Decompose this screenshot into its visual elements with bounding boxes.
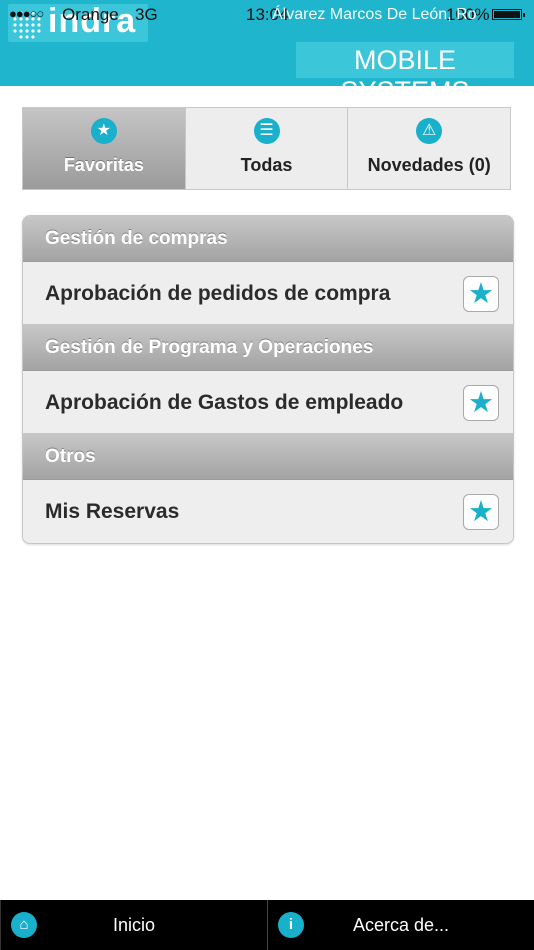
tab-label: Novedades (0) (367, 155, 491, 175)
carrier-name: Orange (62, 5, 119, 24)
favorite-star-icon[interactable]: ★ (463, 385, 499, 421)
warning-icon: ⚠ (416, 118, 443, 144)
tab-label: Favoritas (63, 155, 144, 175)
favorites-list: Gestión de compras Aprobación de pedidos… (22, 215, 514, 544)
list-item-aprobacion-pedidos[interactable]: Aprobación de pedidos de compra ★ (23, 262, 513, 325)
favorite-star-icon[interactable]: ★ (463, 494, 499, 530)
app-header: indra ●●●○○ Orange 3G 13:04 100% Álvarez… (0, 0, 534, 106)
battery-icon (492, 9, 525, 20)
star-icon: ★ (90, 118, 117, 144)
list-item-aprobacion-gastos[interactable]: Aprobación de Gastos de empleado ★ (23, 371, 513, 434)
about-label: Acerca de... (352, 915, 450, 935)
group-header-otros: Otros (23, 434, 513, 480)
list-item-label: Aprobación de pedidos de compra (45, 282, 391, 305)
tab-favoritas[interactable]: ★ Favoritas (23, 108, 186, 189)
subtitle-banner: MOBILE SYSTEMS (296, 42, 514, 106)
list-item-label: Mis Reservas (45, 500, 180, 523)
favorite-star-icon[interactable]: ★ (463, 276, 499, 312)
group-header-gestion-compras: Gestión de compras (23, 216, 513, 262)
home-label: Inicio (112, 915, 156, 935)
tab-todas[interactable]: ☰ Todas (185, 108, 349, 189)
list-icon: ☰ (253, 118, 280, 144)
about-button[interactable]: i Acerca de... (267, 900, 534, 950)
list-item-label: Aprobación de Gastos de empleado (45, 391, 404, 414)
app-subtitle: MOBILE SYSTEMS (340, 45, 470, 106)
group-header-gestion-programa: Gestión de Programa y Operaciones (23, 325, 513, 371)
signal-strength-icon: ●●●○○ (9, 6, 44, 21)
list-item-mis-reservas[interactable]: Mis Reservas ★ (23, 480, 513, 543)
tab-bar: ★ Favoritas ☰ Todas ⚠ Novedades (0) (22, 107, 511, 190)
home-button[interactable]: ⌂ Inicio (0, 900, 267, 950)
tab-label: Todas (240, 155, 293, 175)
footer-bar: ⌂ Inicio i Acerca de... (0, 900, 534, 950)
tab-novedades[interactable]: ⚠ Novedades (0) (348, 108, 511, 189)
user-name: Álvarez Marcos De León, Ro (272, 6, 477, 23)
network-type: 3G (135, 5, 158, 24)
